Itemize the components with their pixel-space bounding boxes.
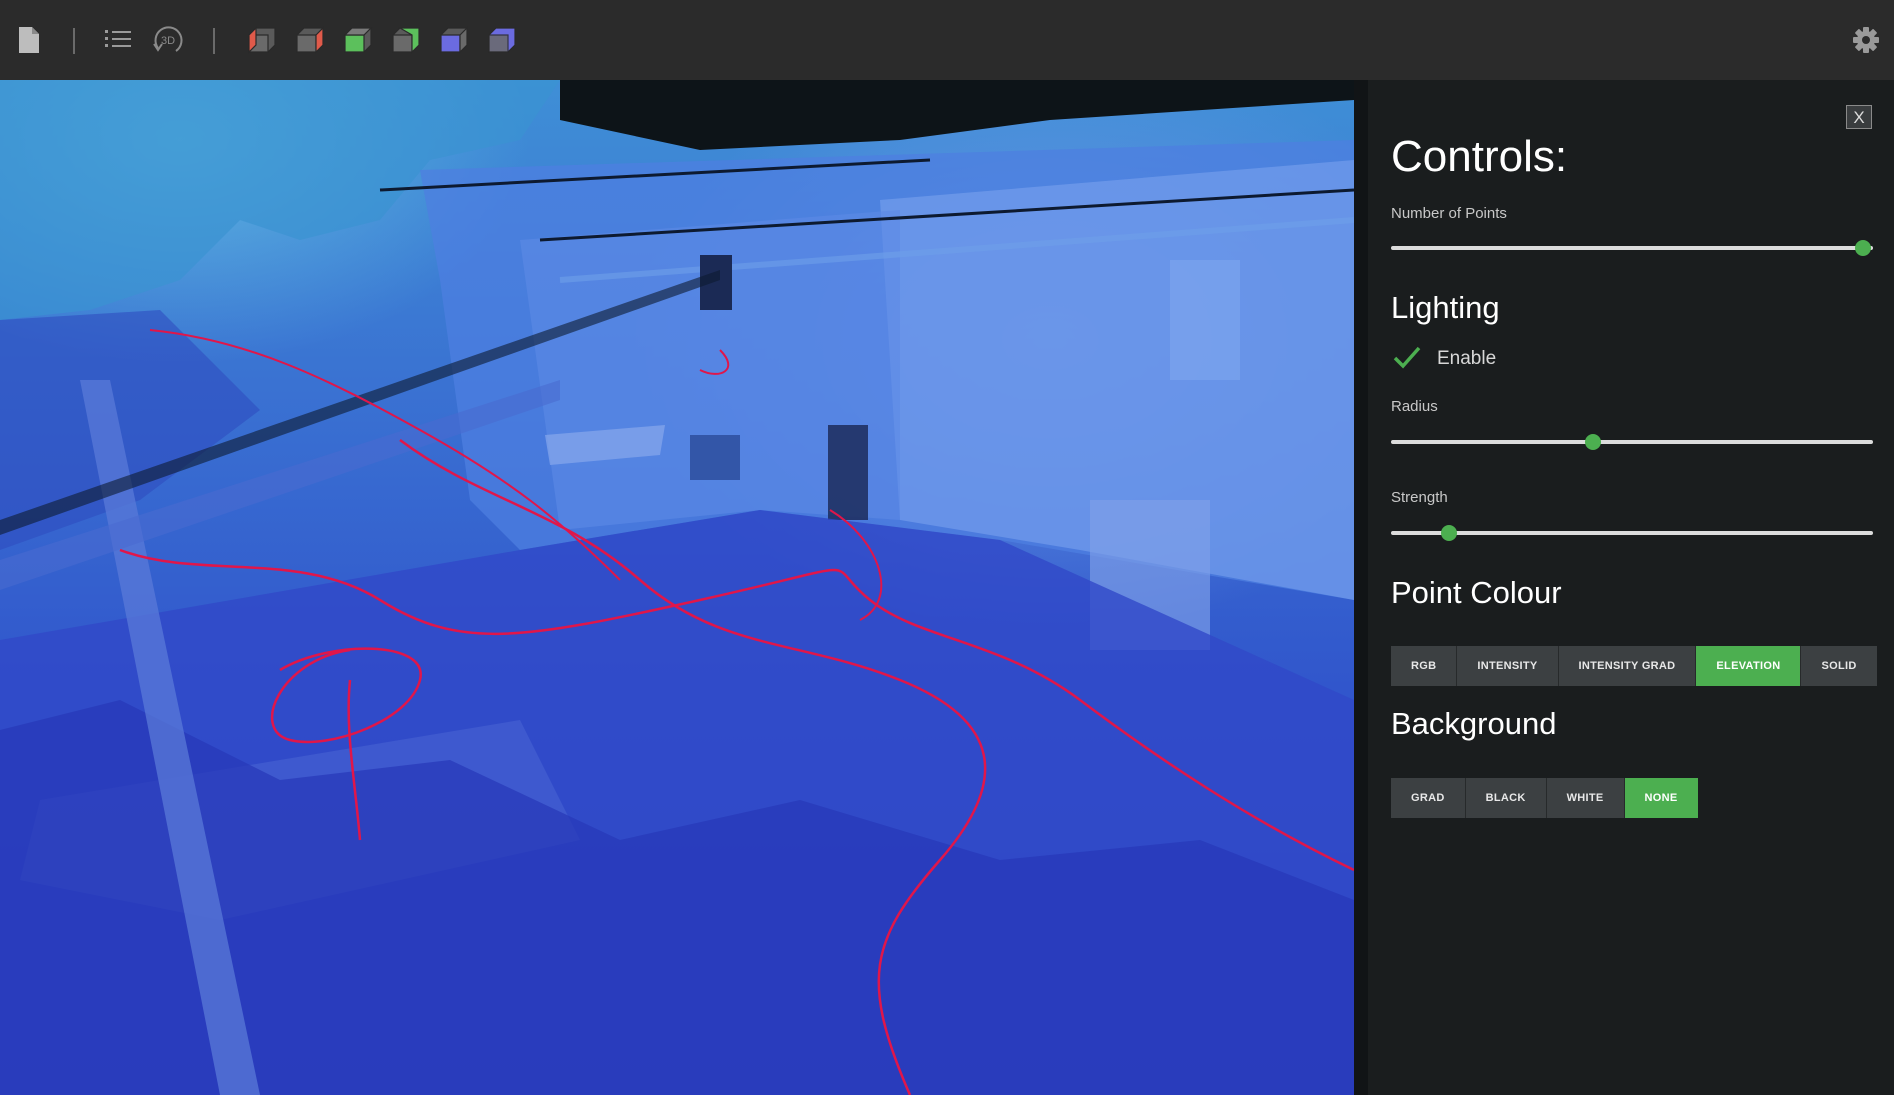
rotate-3d-icon[interactable]: 3D bbox=[150, 22, 186, 58]
checkmark-icon bbox=[1393, 345, 1421, 374]
point-colour-elevation-button[interactable]: ELEVATION bbox=[1696, 646, 1802, 686]
point-cloud-viewport[interactable] bbox=[0, 80, 1354, 1095]
radius-slider[interactable] bbox=[1391, 434, 1873, 450]
slider-thumb[interactable] bbox=[1440, 525, 1457, 541]
background-button-group: GRAD BLACK WHITE NONE bbox=[1391, 778, 1698, 818]
cube-view-back-icon[interactable] bbox=[484, 22, 520, 58]
cube-view-bottom-icon[interactable] bbox=[388, 22, 424, 58]
top-toolbar: 3D bbox=[0, 0, 1894, 80]
list-icon[interactable] bbox=[100, 22, 136, 58]
point-colour-heading: Point Colour bbox=[1391, 575, 1562, 610]
background-none-button[interactable]: NONE bbox=[1624, 778, 1698, 818]
file-icon[interactable] bbox=[11, 22, 47, 58]
point-colour-button-group: RGB INTENSITY INTENSITY GRAD ELEVATION S… bbox=[1391, 646, 1877, 686]
radius-label: Radius bbox=[1391, 398, 1438, 415]
cube-view-right-icon[interactable] bbox=[292, 22, 328, 58]
controls-title: Controls: bbox=[1391, 132, 1568, 181]
number-of-points-slider[interactable] bbox=[1391, 240, 1873, 256]
lighting-enable-label: Enable bbox=[1437, 348, 1497, 369]
slider-track bbox=[1391, 246, 1873, 250]
strength-label: Strength bbox=[1391, 489, 1448, 506]
toolbar-separator bbox=[213, 28, 215, 54]
cube-view-front-icon[interactable] bbox=[436, 22, 472, 58]
slider-track bbox=[1391, 440, 1873, 444]
point-colour-rgb-button[interactable]: RGB bbox=[1391, 646, 1458, 686]
slider-track bbox=[1391, 531, 1873, 535]
cube-view-top-icon[interactable] bbox=[340, 22, 376, 58]
viewport-panel-divider bbox=[1354, 80, 1368, 1095]
number-of-points-label: Number of Points bbox=[1391, 205, 1507, 222]
rotate-3d-label: 3D bbox=[161, 35, 175, 47]
slider-thumb[interactable] bbox=[1585, 434, 1602, 450]
point-colour-intensity-button[interactable]: INTENSITY bbox=[1457, 646, 1559, 686]
slider-thumb[interactable] bbox=[1855, 240, 1872, 256]
point-colour-intensity-grad-button[interactable]: INTENSITY GRAD bbox=[1558, 646, 1697, 686]
cube-view-left-icon[interactable] bbox=[244, 22, 280, 58]
lighting-enable-checkbox[interactable]: Enable bbox=[1393, 344, 1496, 374]
background-black-button[interactable]: BLACK bbox=[1465, 778, 1547, 818]
background-white-button[interactable]: WHITE bbox=[1546, 778, 1625, 818]
background-grad-button[interactable]: GRAD bbox=[1391, 778, 1466, 818]
background-heading: Background bbox=[1391, 706, 1557, 741]
lighting-heading: Lighting bbox=[1391, 290, 1500, 325]
point-colour-solid-button[interactable]: SOLID bbox=[1801, 646, 1877, 686]
pointcloud-viewer-app: 3D X Controls: Number of Points Lighting… bbox=[0, 0, 1894, 1095]
toolbar-separator bbox=[73, 28, 75, 54]
point-cloud-render bbox=[0, 80, 1354, 1095]
settings-gear-icon[interactable] bbox=[1848, 22, 1884, 58]
close-button[interactable]: X bbox=[1846, 105, 1872, 129]
strength-slider[interactable] bbox=[1391, 525, 1873, 541]
